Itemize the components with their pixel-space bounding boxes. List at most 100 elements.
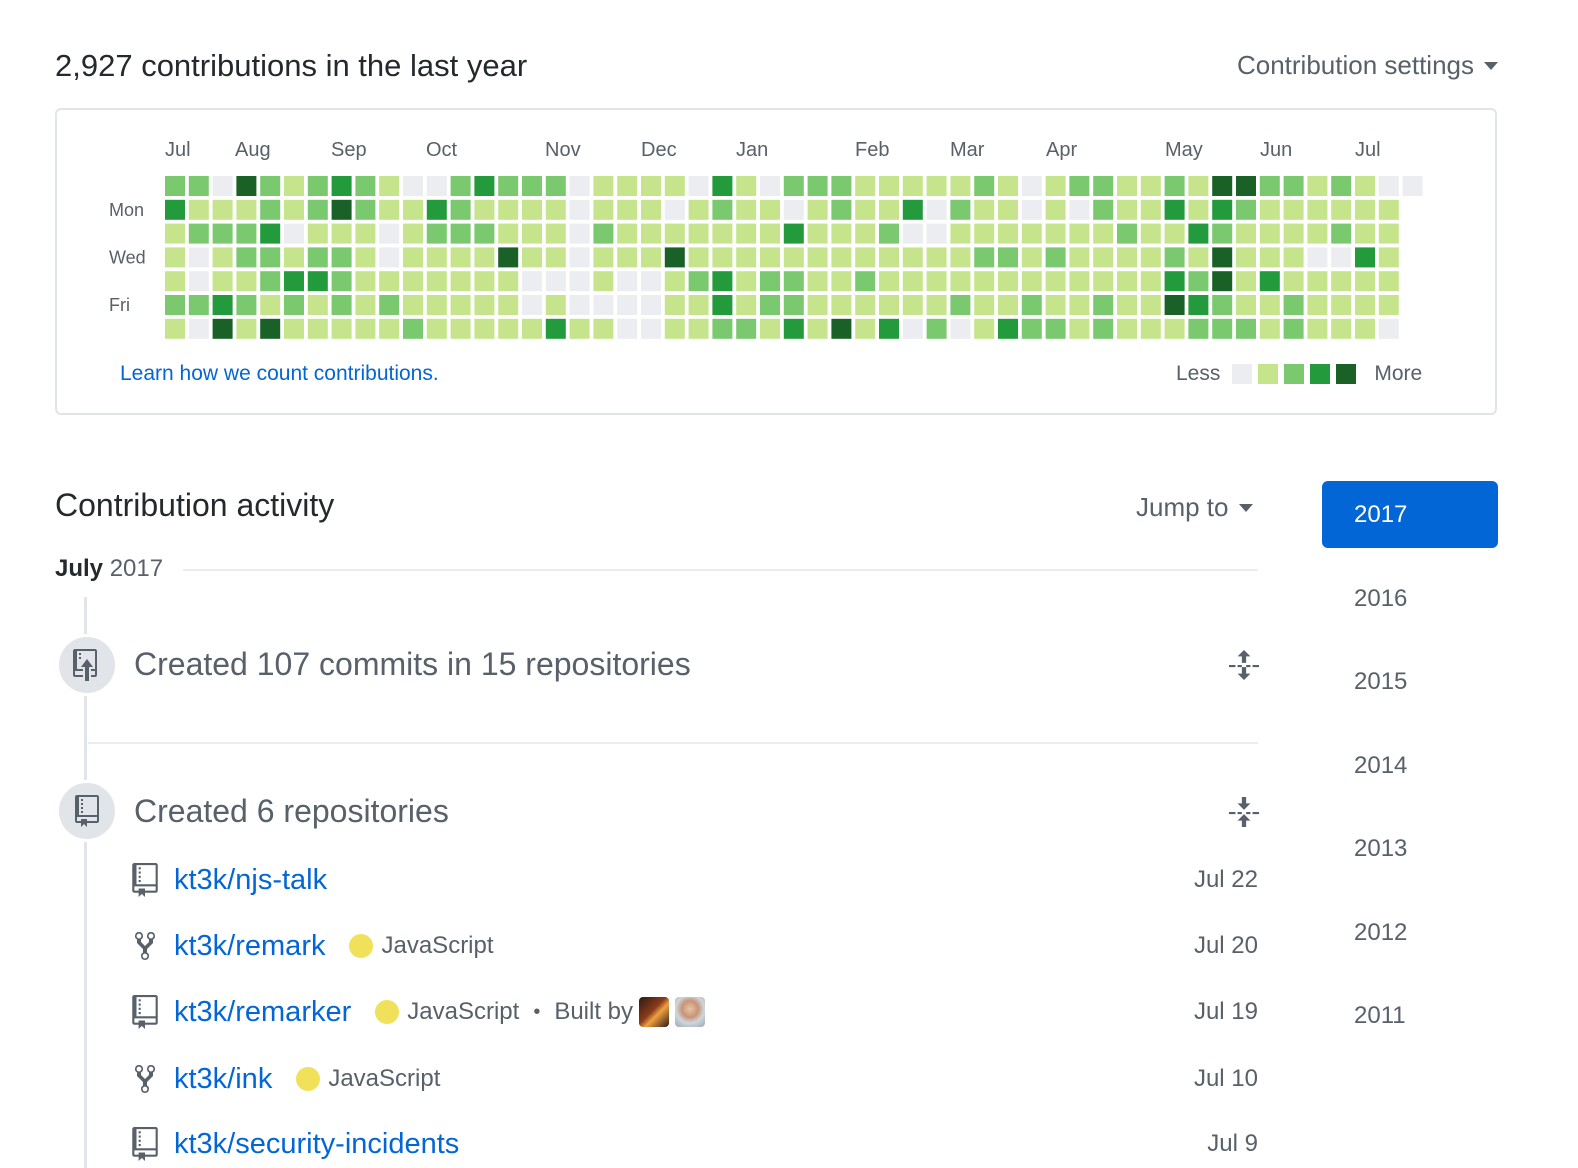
- day-cell[interactable]: [1236, 271, 1256, 292]
- day-cell[interactable]: [641, 223, 661, 244]
- day-cell[interactable]: [545, 295, 566, 315]
- day-cell[interactable]: [212, 199, 233, 220]
- day-cell[interactable]: [284, 271, 304, 292]
- day-cell[interactable]: [1021, 176, 1042, 196]
- day-cell[interactable]: [1045, 295, 1066, 315]
- day-cell[interactable]: [879, 318, 899, 339]
- day-cell[interactable]: [664, 247, 685, 268]
- day-cell[interactable]: [926, 223, 947, 244]
- day-cell[interactable]: [712, 223, 733, 244]
- day-cell[interactable]: [688, 271, 709, 292]
- year-link-2015[interactable]: 2015: [1322, 648, 1498, 715]
- day-cell[interactable]: [284, 247, 304, 268]
- day-cell[interactable]: [926, 271, 947, 292]
- day-cell[interactable]: [1140, 176, 1161, 196]
- day-cell[interactable]: [807, 176, 828, 196]
- day-cell[interactable]: [760, 271, 780, 292]
- day-cell[interactable]: [879, 176, 899, 196]
- day-cell[interactable]: [522, 295, 542, 315]
- day-cell[interactable]: [1021, 271, 1042, 292]
- day-cell[interactable]: [260, 223, 281, 244]
- day-cell[interactable]: [712, 176, 733, 196]
- fold-icon[interactable]: [1229, 797, 1259, 827]
- day-cell[interactable]: [1307, 199, 1328, 220]
- day-cell[interactable]: [712, 318, 733, 339]
- day-cell[interactable]: [998, 223, 1018, 244]
- day-cell[interactable]: [760, 318, 780, 339]
- day-cell[interactable]: [664, 199, 685, 220]
- day-cell[interactable]: [1378, 176, 1399, 196]
- day-cell[interactable]: [736, 199, 757, 220]
- day-cell[interactable]: [712, 247, 733, 268]
- day-cell[interactable]: [379, 271, 400, 292]
- day-cell[interactable]: [950, 295, 971, 315]
- day-cell[interactable]: [1140, 295, 1161, 315]
- day-cell[interactable]: [831, 271, 852, 292]
- day-cell[interactable]: [569, 223, 590, 244]
- day-cell[interactable]: [1259, 223, 1280, 244]
- day-cell[interactable]: [569, 271, 590, 292]
- day-cell[interactable]: [1236, 318, 1256, 339]
- day-cell[interactable]: [545, 247, 566, 268]
- day-cell[interactable]: [879, 295, 899, 315]
- day-cell[interactable]: [807, 199, 828, 220]
- day-cell[interactable]: [522, 223, 542, 244]
- day-cell[interactable]: [1212, 199, 1233, 220]
- day-cell[interactable]: [236, 318, 257, 339]
- day-cell[interactable]: [1283, 247, 1304, 268]
- day-cell[interactable]: [712, 271, 733, 292]
- day-cell[interactable]: [165, 223, 185, 244]
- day-cell[interactable]: [1307, 318, 1328, 339]
- day-cell[interactable]: [498, 247, 519, 268]
- day-cell[interactable]: [1164, 318, 1185, 339]
- day-cell[interactable]: [760, 295, 780, 315]
- day-cell[interactable]: [236, 295, 257, 315]
- day-cell[interactable]: [902, 247, 923, 268]
- day-cell[interactable]: [355, 247, 376, 268]
- day-cell[interactable]: [783, 247, 804, 268]
- day-cell[interactable]: [188, 295, 209, 315]
- day-cell[interactable]: [403, 271, 423, 292]
- day-cell[interactable]: [807, 295, 828, 315]
- day-cell[interactable]: [879, 247, 899, 268]
- day-cell[interactable]: [1355, 176, 1375, 196]
- day-cell[interactable]: [284, 223, 304, 244]
- day-cell[interactable]: [902, 318, 923, 339]
- day-cell[interactable]: [617, 199, 638, 220]
- day-cell[interactable]: [855, 223, 876, 244]
- day-cell[interactable]: [1164, 176, 1185, 196]
- day-cell[interactable]: [593, 176, 614, 196]
- day-cell[interactable]: [522, 199, 542, 220]
- day-cell[interactable]: [403, 295, 423, 315]
- day-cell[interactable]: [712, 295, 733, 315]
- repo-link[interactable]: kt3k/remarker: [174, 996, 351, 1029]
- day-cell[interactable]: [950, 223, 971, 244]
- day-cell[interactable]: [783, 223, 804, 244]
- day-cell[interactable]: [1331, 247, 1352, 268]
- day-cell[interactable]: [545, 176, 566, 196]
- day-cell[interactable]: [403, 223, 423, 244]
- day-cell[interactable]: [855, 271, 876, 292]
- day-cell[interactable]: [545, 318, 566, 339]
- day-cell[interactable]: [498, 199, 519, 220]
- day-cell[interactable]: [641, 271, 661, 292]
- day-cell[interactable]: [1045, 247, 1066, 268]
- day-cell[interactable]: [1164, 199, 1185, 220]
- day-cell[interactable]: [664, 176, 685, 196]
- day-cell[interactable]: [1188, 247, 1209, 268]
- day-cell[interactable]: [498, 318, 519, 339]
- day-cell[interactable]: [165, 247, 185, 268]
- day-cell[interactable]: [498, 295, 519, 315]
- day-cell[interactable]: [331, 247, 352, 268]
- day-cell[interactable]: [1236, 223, 1256, 244]
- day-cell[interactable]: [1331, 223, 1352, 244]
- day-cell[interactable]: [1283, 176, 1304, 196]
- day-cell[interactable]: [593, 223, 614, 244]
- day-cell[interactable]: [807, 223, 828, 244]
- day-cell[interactable]: [831, 223, 852, 244]
- day-cell[interactable]: [474, 295, 495, 315]
- day-cell[interactable]: [165, 318, 185, 339]
- day-cell[interactable]: [593, 271, 614, 292]
- day-cell[interactable]: [1140, 223, 1161, 244]
- day-cell[interactable]: [1140, 318, 1161, 339]
